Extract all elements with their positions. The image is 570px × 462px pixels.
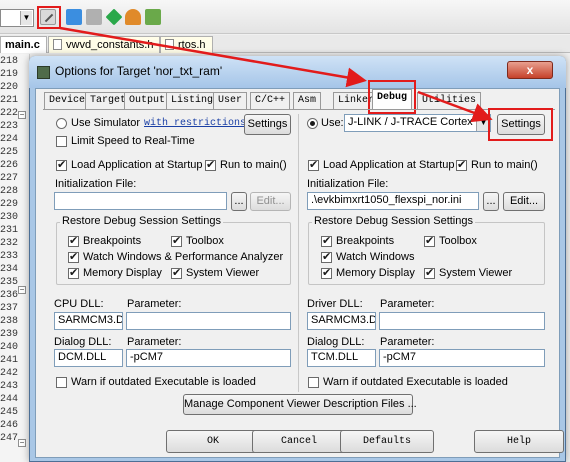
- arrow-wand-to-debug: [59, 26, 367, 88]
- annotation-arrows: [59, 26, 493, 123]
- arrow-debug-to-settings: [417, 90, 493, 123]
